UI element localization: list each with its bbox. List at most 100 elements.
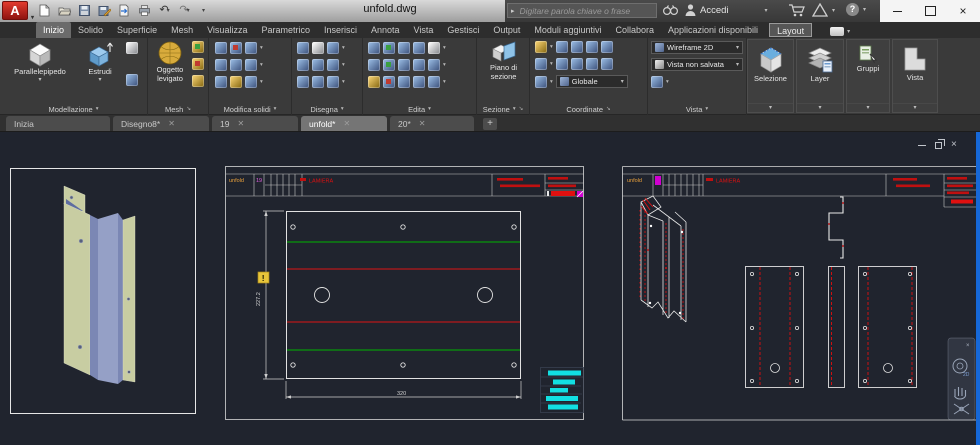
chevron-down-icon[interactable]: ▾ [797,103,843,111]
viewport-tools-row[interactable]: ▾ [651,76,669,88]
new-tab-button[interactable]: + [483,118,497,130]
solidedit-row3[interactable]: ▾ [215,76,263,88]
app-menu-button[interactable]: A ▾ [2,1,34,21]
close-icon[interactable]: ✕ [343,119,350,128]
panel-caption-coordinate[interactable]: Coordinate ↘ [530,103,647,115]
ucs-dropdown[interactable]: Globale ▾ [555,75,628,88]
panel-caption-sezione[interactable]: Sezione ▾ ↘ [477,103,529,115]
save-as-button[interactable] [96,2,113,19]
chevron-down-icon[interactable]: ▾ [748,103,793,111]
tab-inserisci[interactable]: Inserisci [317,22,364,38]
open-button[interactable] [56,2,73,19]
close-icon[interactable]: ✕ [419,119,426,128]
tab-collabora[interactable]: Collabora [608,22,661,38]
view-dropdown[interactable]: Vista non salvata ▾ [651,58,743,71]
file-tab-disegno8[interactable]: Disegno8* ✕ [113,116,209,131]
search-go-icon[interactable]: ▸ [508,7,518,15]
redo-button[interactable]: ↷ ▾ [176,2,193,19]
panel-caption-modellazione[interactable]: Modellazione ▾ [0,103,147,115]
panel-launcher-icon[interactable]: ↘ [186,106,191,112]
tab-layout[interactable]: Layout [769,23,813,37]
panel-caption-disegna[interactable]: Disegna ▾ [292,103,362,115]
store-button[interactable] [788,3,806,17]
solidedit-row2[interactable]: ▾ [215,59,263,71]
ucs-row2[interactable]: ▾ [535,58,613,70]
close-icon[interactable]: ✕ [237,119,244,128]
panel-caption-edita[interactable]: Edita ▾ [363,103,476,115]
navigation-bar[interactable]: × 2D [947,337,976,421]
tab-vista[interactable]: Vista [407,22,441,38]
left-viewport[interactable] [10,168,196,414]
tab-inizio[interactable]: Inizio [36,22,72,38]
window-maximize-button[interactable] [915,0,945,22]
draw-row3[interactable]: ▾ [297,76,345,88]
close-icon[interactable]: ✕ [168,119,175,128]
panel-caption-modifica-solidi[interactable]: Modifica solidi ▾ [209,103,291,115]
transfer-button[interactable] [116,2,133,19]
visual-style-dropdown[interactable]: Wireframe 2D ▾ [651,41,743,54]
right-viewport[interactable]: unfold LAMIERA × 2D [622,166,976,421]
file-tab-inizia[interactable]: Inizia [6,116,110,131]
oggetto-levigato-button[interactable]: Oggetto levigato [150,40,190,83]
tab-mesh[interactable]: Mesh [164,22,200,38]
drawing-canvas[interactable]: unfold 19 LAMIERA 227.2 ! 320 unfold LAM… [0,132,980,445]
help-button[interactable]: ? ▾ [846,3,866,16]
solidedit-row1[interactable]: ▾ [215,42,263,54]
plot-button[interactable] [136,2,153,19]
edit-row2[interactable]: ▾ [368,59,446,71]
file-tab-unfold[interactable]: unfold* ✕ [301,116,387,131]
tab-moduli-aggiuntivi[interactable]: Moduli aggiuntivi [527,22,608,38]
draw-row1[interactable]: ▾ [297,42,345,54]
panel-selezione[interactable]: Selezione ▾ [747,39,794,113]
drawing-restore-icon[interactable] [935,138,945,149]
drawing-minimize-icon[interactable] [918,144,926,146]
navbar-close-icon[interactable]: × [966,343,970,349]
panel-gruppi[interactable]: Gruppi ▾ [846,39,890,113]
panel-launcher-icon[interactable]: ↘ [606,106,611,112]
mesh-crease-button[interactable] [192,75,204,87]
ucs-row1[interactable]: ▾ [535,41,613,53]
save-button[interactable] [76,2,93,19]
ucs-row3[interactable]: ▾ Globale ▾ [535,75,628,88]
tab-parametrico[interactable]: Parametrico [254,22,317,38]
search-button[interactable] [662,3,679,17]
search-input[interactable] [517,4,656,17]
tab-solido[interactable]: Solido [71,22,110,38]
file-tab-20[interactable]: 20* ✕ [390,116,474,131]
infocenter-search[interactable]: ▸ [507,3,657,18]
tab-superficie[interactable]: Superficie [110,22,164,38]
panel-layer[interactable]: Layer ▾ [796,39,844,113]
drawing-close-icon[interactable]: × [951,140,957,150]
draw-row2[interactable]: ▾ [297,59,345,71]
qat-customize-button[interactable]: ▾ [196,2,213,19]
tab-visualizza[interactable]: Visualizza [200,22,254,38]
undo-button[interactable]: ↶ ▾ [156,2,173,19]
tab-annota[interactable]: Annota [364,22,407,38]
tab-output[interactable]: Output [486,22,527,38]
surface-object-button[interactable] [126,74,138,86]
middle-viewport[interactable]: unfold 19 LAMIERA 227.2 ! 320 [225,166,585,420]
autodesk-app-button[interactable]: ▾ [812,3,835,17]
window-close-button[interactable]: × [948,0,978,22]
panel-caption-mesh[interactable]: Mesh ↘ [148,103,208,115]
drawing-area[interactable]: unfold 19 LAMIERA 227.2 ! 320 unfold LAM… [0,132,980,445]
piano-di-sezione-button[interactable]: Piano di sezione [481,40,526,81]
chevron-down-icon[interactable]: ▾ [847,103,889,111]
new-drawing-button[interactable] [36,2,53,19]
window-minimize-button[interactable] [882,0,912,22]
file-tab-19[interactable]: 19 ✕ [212,116,298,131]
mesh-refine-button[interactable] [192,41,204,53]
panel-launcher-icon[interactable]: ↘ [519,106,524,112]
mesh-reduce-button[interactable] [192,58,204,70]
ribbon-collapse-button[interactable]: ▾ [830,27,850,36]
edit-row1[interactable]: ▾ [368,42,446,54]
sign-in-button[interactable]: Accedi ▾ [684,3,768,17]
tab-gestisci[interactable]: Gestisci [440,22,486,38]
edit-row3[interactable]: ▾ [368,76,446,88]
estrudi-button[interactable]: Estrudi ▾ [78,40,122,84]
surface-tool-button[interactable] [126,42,138,54]
panel-caption-vista[interactable]: Vista ▾ [648,103,746,115]
chevron-down-icon[interactable]: ▾ [893,103,937,111]
parallelepipedo-button[interactable]: Parallelepipedo ▾ [4,40,76,84]
panel-vista-tile[interactable]: Vista ▾ [892,39,938,113]
